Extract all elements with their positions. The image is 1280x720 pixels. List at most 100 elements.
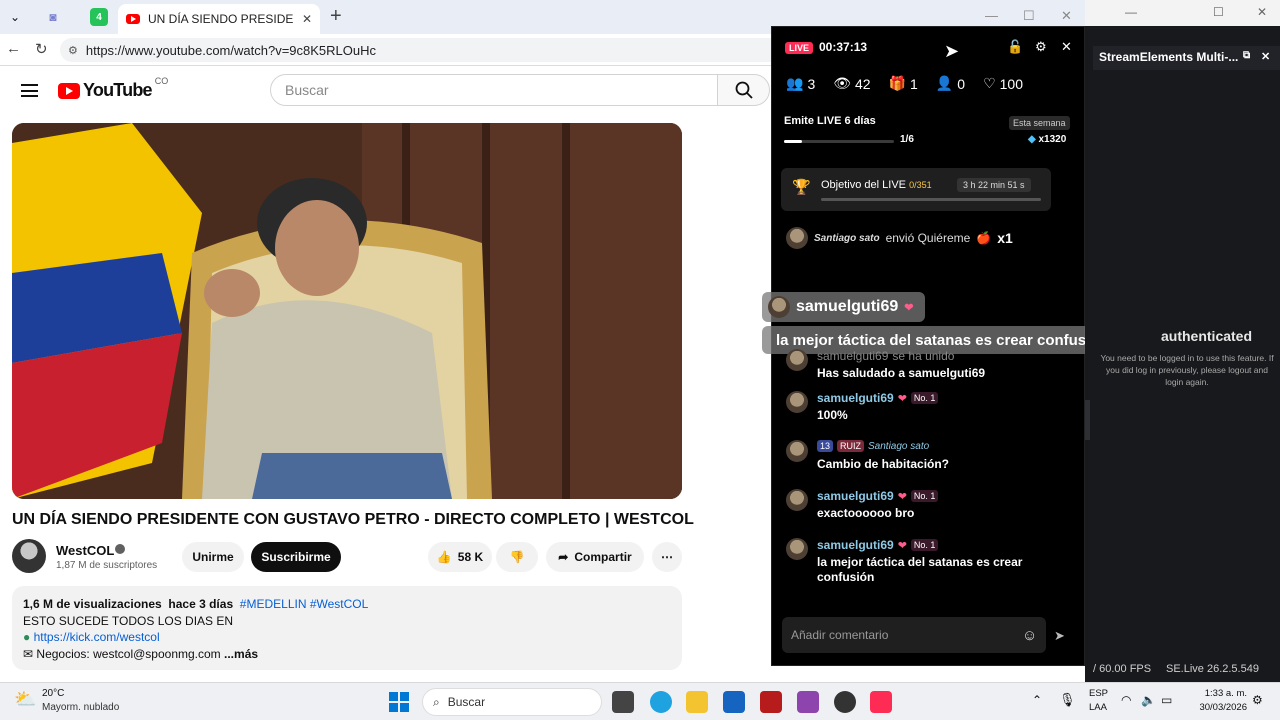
file-explorer-icon[interactable]: [686, 691, 708, 713]
tab-list-chevron-icon[interactable]: ⌄: [6, 8, 24, 26]
group-viewers-count: 3: [807, 75, 816, 92]
chat-join-text: se ha unido: [892, 349, 955, 363]
kick-link[interactable]: https://kick.com/westcol: [34, 630, 160, 644]
live-goal-card[interactable]: 🏆 Objetivo del LIVE 0/351 3 h 22 min 51 …: [781, 168, 1051, 211]
se-panel-close-icon[interactable]: ✕: [1261, 50, 1270, 63]
chat-username[interactable]: samuelguti69: [817, 391, 894, 405]
reload-icon[interactable]: ↻: [35, 40, 48, 58]
minimize-icon[interactable]: —: [985, 8, 998, 23]
channel-avatar[interactable]: [12, 539, 46, 573]
new-tab-plus-icon[interactable]: +: [330, 5, 342, 28]
tab-counter-badge[interactable]: 4: [90, 8, 108, 26]
description-link-line: ● https://kick.com/westcol: [23, 629, 671, 646]
notification-icon[interactable]: ⚙: [1252, 693, 1263, 707]
menu-hamburger-icon[interactable]: [21, 84, 38, 97]
country-code: CO: [154, 75, 169, 86]
dislike-button[interactable]: 👎: [496, 542, 538, 572]
clock-time[interactable]: 1:33 a. m.: [1195, 688, 1247, 699]
join-button[interactable]: Unirme: [182, 542, 244, 572]
camera-tab-icon[interactable]: ◙: [44, 8, 62, 26]
view-count: 1,6 M de visualizaciones: [23, 597, 162, 611]
share-button[interactable]: ➦ Compartir: [546, 542, 644, 572]
search-button[interactable]: [717, 74, 770, 106]
avatar[interactable]: [786, 391, 808, 413]
gem-icon: ◆: [1028, 134, 1036, 145]
task-view-icon[interactable]: [612, 691, 634, 713]
youtube-wordmark: YouTube: [83, 80, 153, 100]
chat-username[interactable]: samuelguti69: [817, 538, 894, 552]
avatar: [786, 227, 808, 249]
app-red-icon[interactable]: [760, 691, 782, 713]
search-placeholder: Buscar: [285, 82, 329, 98]
channel-name[interactable]: WestCOL: [56, 543, 114, 558]
back-arrow-icon[interactable]: ←: [6, 40, 21, 57]
heart-lock-icon: ❤: [897, 490, 907, 503]
youtube-logo[interactable]: YouTube CO: [58, 76, 168, 101]
search-input[interactable]: Buscar: [270, 74, 718, 106]
url-field[interactable]: ⚙ https://www.youtube.com/watch?v=9c8K5R…: [60, 38, 820, 62]
subscriber-count: 1,87 M de suscriptores: [56, 560, 158, 571]
weather-cloud-icon[interactable]: ⛅: [14, 689, 36, 710]
views-count: 42: [855, 75, 871, 92]
se-minimize-icon[interactable]: —: [1125, 5, 1137, 19]
app-purple-icon[interactable]: [797, 691, 819, 713]
close-window-icon[interactable]: ✕: [1061, 8, 1072, 24]
clock-date[interactable]: 30/03/2026: [1189, 702, 1247, 713]
subscribe-button[interactable]: Suscribirme: [251, 542, 341, 572]
chat-username[interactable]: samuelguti69: [817, 349, 888, 363]
wifi-icon[interactable]: ◠: [1121, 693, 1131, 707]
chat-username[interactable]: samuelguti69: [817, 489, 894, 503]
keyboard-layout[interactable]: LAA: [1089, 702, 1107, 713]
obs-icon[interactable]: [834, 691, 856, 713]
se-maximize-icon[interactable]: ☐: [1213, 5, 1224, 19]
heart-lock-icon: ❤: [897, 392, 907, 405]
gift-count: x1: [997, 230, 1013, 246]
emoji-icon[interactable]: ☺: [1022, 627, 1037, 644]
active-tab[interactable]: UN DÍA SIENDO PRESIDENTE CON ✕: [118, 4, 320, 34]
keyboard-language[interactable]: ESP: [1089, 688, 1108, 699]
se-close-icon[interactable]: ✕: [1257, 5, 1267, 19]
microphone-icon[interactable]: 🎙: [1059, 692, 1076, 708]
comment-input[interactable]: Añadir comentario: [782, 617, 1046, 653]
avatar[interactable]: [786, 489, 808, 511]
edge-icon[interactable]: [650, 691, 672, 713]
site-info-icon[interactable]: ⚙: [68, 44, 78, 57]
se-popout-icon[interactable]: ⧉: [1243, 50, 1250, 61]
video-player[interactable]: [12, 123, 682, 499]
gifts-count: 1: [910, 75, 918, 92]
avatar[interactable]: [786, 440, 808, 462]
video-description[interactable]: 1,6 M de visualizaciones hace 3 días #ME…: [12, 586, 682, 670]
tray-chevron-icon[interactable]: ⌃: [1032, 693, 1042, 707]
like-button[interactable]: 👍 58 K: [428, 542, 492, 572]
weather-description[interactable]: Mayorm. nublado: [42, 702, 119, 713]
chat-meta: samuelguti69 se ha unido: [817, 349, 954, 363]
windows-start-icon[interactable]: [389, 692, 409, 712]
show-more-link[interactable]: ...más: [224, 647, 258, 661]
rank-badge: No. 1: [910, 392, 939, 404]
maximize-icon[interactable]: ☐: [1023, 8, 1035, 24]
more-options-icon[interactable]: ⋯: [652, 542, 682, 572]
battery-icon[interactable]: ▭: [1161, 693, 1172, 707]
hashtags[interactable]: #MEDELLIN #WestCOL: [240, 597, 369, 611]
chat-username[interactable]: Santiago sato: [868, 441, 929, 452]
settings-gear-icon[interactable]: ⚙: [1035, 39, 1047, 55]
store-icon[interactable]: [723, 691, 745, 713]
stat-gifts: 🎁 1: [889, 75, 918, 92]
avatar[interactable]: [786, 349, 808, 371]
weather-temperature[interactable]: 20°C: [42, 688, 64, 699]
chat-meta: samuelguti69 ❤ No. 1: [817, 489, 939, 503]
tiktok-icon[interactable]: [870, 691, 892, 713]
chat-text: 100%: [817, 408, 848, 422]
taskbar-search[interactable]: ⌕ Buscar: [422, 688, 602, 716]
windows-taskbar: ⛅ 20°C Mayorm. nublado ⌕ Buscar ⌃ 🎙 ESP …: [0, 682, 1280, 720]
speaker-icon[interactable]: 🔈: [1141, 693, 1156, 707]
lock-icon[interactable]: 🔓: [1007, 39, 1023, 55]
eye-icon: 👁: [833, 75, 852, 91]
avatar[interactable]: [786, 538, 808, 560]
se-scrollbar[interactable]: [1085, 400, 1090, 440]
close-tab-icon[interactable]: ✕: [302, 12, 312, 26]
chat-text: exactoooooo bro: [817, 506, 915, 520]
week-badge: Esta semana: [1009, 116, 1070, 130]
close-panel-icon[interactable]: ✕: [1061, 39, 1072, 55]
send-icon[interactable]: ➤: [1054, 628, 1065, 644]
